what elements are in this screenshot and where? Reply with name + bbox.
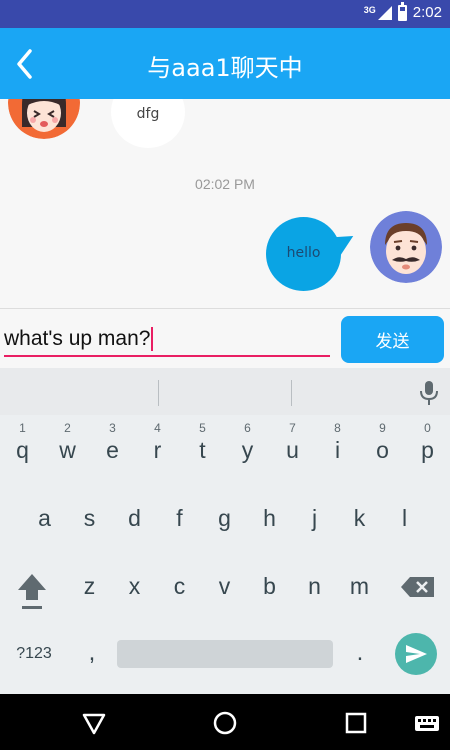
key-j[interactable]: j [292, 488, 337, 548]
shift-icon [18, 574, 46, 609]
key-e[interactable]: 3e [90, 420, 135, 480]
soft-keyboard: 1q 2w 3e 4r 5t 6y 7u 8i 9o 0p a s d f g … [0, 368, 450, 694]
key-x[interactable]: x [112, 556, 157, 616]
key-label: y [241, 437, 254, 463]
message-timestamp: 02:02 PM [195, 176, 255, 192]
key-v[interactable]: v [202, 556, 247, 616]
backspace-key[interactable] [398, 572, 438, 602]
chat-area[interactable]: dfg 02:02 PM hello [0, 99, 450, 308]
key-d[interactable]: d [112, 488, 157, 548]
key-label: i [334, 437, 341, 463]
status-icons: 3G 2:02 [363, 1, 442, 21]
key-label: t [199, 437, 206, 463]
key-hint: 0 [424, 421, 431, 435]
key-q[interactable]: 1q [0, 420, 45, 480]
backspace-icon [401, 577, 434, 597]
status-bar: 3G 2:02 [0, 0, 450, 28]
key-l[interactable]: l [382, 488, 427, 548]
key-hint: 7 [289, 421, 296, 435]
enter-key[interactable] [395, 633, 437, 675]
clock: 2:02 [412, 4, 442, 21]
key-label: o [376, 437, 389, 463]
key-n[interactable]: n [292, 556, 337, 616]
man-avatar-icon [370, 211, 442, 283]
outgoing-message[interactable]: hello [266, 217, 341, 291]
key-i[interactable]: 8i [315, 420, 360, 480]
key-k[interactable]: k [337, 488, 382, 548]
message-input[interactable] [4, 323, 330, 357]
keyboard-icon [415, 716, 439, 731]
my-avatar[interactable] [370, 211, 442, 283]
key-c[interactable]: c [157, 556, 202, 616]
key-hint: 6 [244, 421, 251, 435]
key-o[interactable]: 9o [360, 420, 405, 480]
signal-icon [377, 5, 392, 20]
key-h[interactable]: h [247, 488, 292, 548]
key-label: w [59, 437, 76, 463]
symbols-key[interactable]: ?123 [6, 640, 62, 668]
key-label: p [421, 437, 434, 463]
key-label: u [286, 437, 299, 463]
triangle-back-icon [82, 713, 106, 735]
key-hint: 4 [154, 421, 161, 435]
key-f[interactable]: f [157, 488, 202, 548]
suggestion-divider [158, 380, 159, 406]
composer: 发送 [0, 308, 450, 368]
key-hint: 8 [334, 421, 341, 435]
send-button[interactable]: 发送 [341, 316, 444, 363]
title-bar: 与aaa1聊天中 [0, 28, 450, 99]
key-s[interactable]: s [67, 488, 112, 548]
key-hint: 9 [379, 421, 386, 435]
outgoing-message-text: hello [286, 245, 321, 261]
key-t[interactable]: 5t [180, 420, 225, 480]
network-type: 3G [363, 4, 376, 15]
key-hint: 1 [19, 421, 26, 435]
key-label: e [106, 437, 119, 463]
circle-home-icon [213, 711, 237, 735]
nav-keyboard-button[interactable] [412, 708, 442, 738]
page-title: 与aaa1聊天中 [147, 54, 303, 82]
shift-key[interactable] [12, 570, 52, 614]
text-cursor [151, 327, 153, 351]
key-p[interactable]: 0p [405, 420, 450, 480]
key-label: r [153, 437, 162, 463]
suggestion-divider [291, 380, 292, 406]
suggestion-bar [0, 368, 450, 415]
nav-home-button[interactable] [210, 708, 240, 738]
send-arrow-icon [406, 645, 427, 663]
microphone-icon[interactable] [418, 380, 440, 406]
incoming-message-text: dfg [136, 106, 160, 122]
key-w[interactable]: 2w [45, 420, 90, 480]
incoming-message[interactable]: dfg [111, 99, 185, 148]
nav-recents-button[interactable] [341, 708, 371, 738]
contact-avatar[interactable] [8, 99, 80, 139]
key-g[interactable]: g [202, 488, 247, 548]
girl-avatar-icon [8, 99, 80, 139]
key-hint: 3 [109, 421, 116, 435]
key-z[interactable]: z [67, 556, 112, 616]
key-y[interactable]: 6y [225, 420, 270, 480]
key-hint: 2 [64, 421, 71, 435]
space-key[interactable] [117, 640, 333, 668]
key-hint: 5 [199, 421, 206, 435]
key-b[interactable]: b [247, 556, 292, 616]
key-m[interactable]: m [337, 556, 382, 616]
key-r[interactable]: 4r [135, 420, 180, 480]
key-label: q [16, 437, 29, 463]
key-a[interactable]: a [22, 488, 67, 548]
navigation-bar [0, 694, 450, 750]
battery-icon [397, 1, 407, 21]
period-key[interactable]: . [345, 638, 375, 672]
key-u[interactable]: 7u [270, 420, 315, 480]
comma-key[interactable]: , [77, 638, 107, 672]
nav-back-button[interactable] [79, 708, 109, 738]
square-recents-icon [345, 712, 367, 734]
